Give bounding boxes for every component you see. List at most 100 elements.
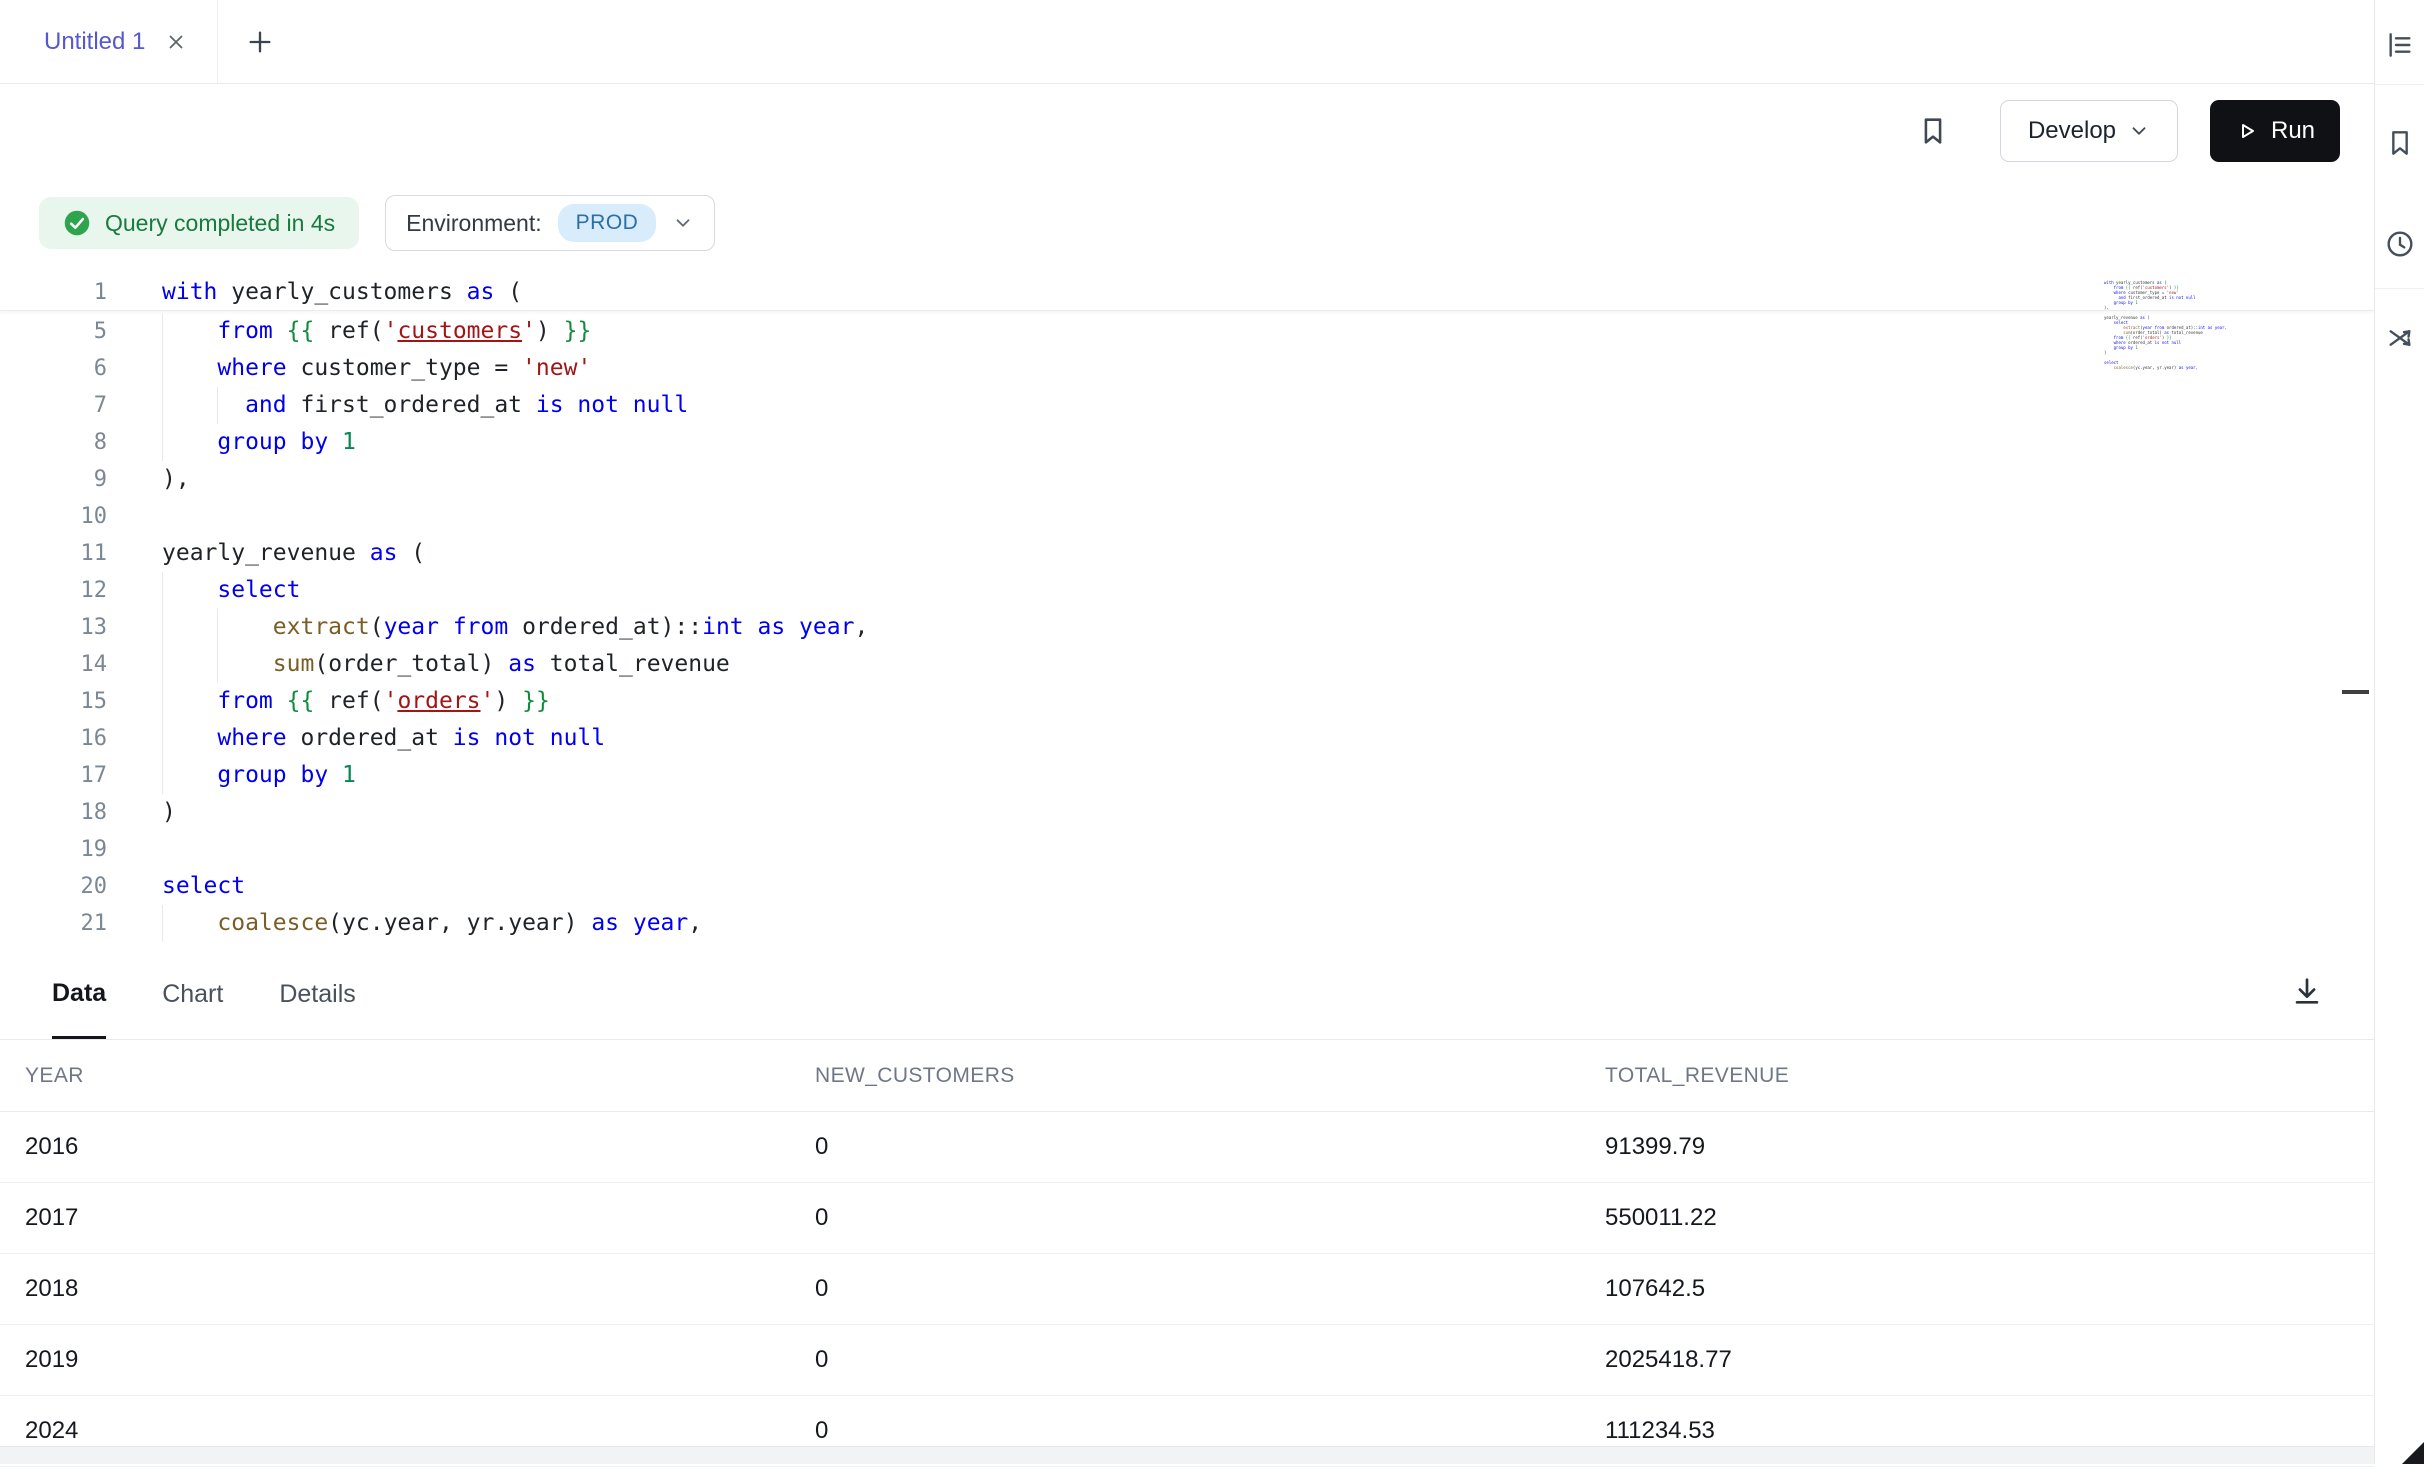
bookmark-icon[interactable] bbox=[1916, 114, 1950, 148]
tab-title: Untitled 1 bbox=[44, 28, 145, 56]
code-line: 13 extract(year from ordered_at)::int as… bbox=[0, 609, 2374, 646]
run-button[interactable]: Run bbox=[2210, 100, 2340, 162]
code-text: group by 1 bbox=[162, 757, 356, 794]
main-area: Untitled 1 Develop Run bbox=[0, 0, 2374, 1464]
code-line: 19 bbox=[0, 831, 2374, 868]
line-number: 6 bbox=[0, 350, 107, 387]
minimap[interactable]: with yearly_customers as ( from {{ ref('… bbox=[2104, 280, 2226, 392]
line-number: 13 bbox=[0, 609, 107, 646]
line-number: 10 bbox=[0, 498, 107, 535]
scrollbar-thumb[interactable] bbox=[2342, 690, 2369, 694]
line-number: 14 bbox=[0, 646, 107, 683]
close-icon[interactable] bbox=[165, 31, 187, 53]
line-number: 15 bbox=[0, 683, 107, 720]
line-number: 9 bbox=[0, 461, 107, 498]
code-lines: 1 with yearly_customers as ( 5 from {{ ref… bbox=[0, 274, 2374, 942]
horizontal-scrollbar[interactable] bbox=[0, 1446, 2374, 1464]
column-header[interactable]: TOTAL_REVENUE bbox=[1605, 1064, 2374, 1088]
environment-badge: PROD bbox=[558, 204, 657, 242]
table-cell: 2025418.77 bbox=[1605, 1346, 2374, 1374]
table-cell: 2018 bbox=[25, 1275, 815, 1303]
sql-editor[interactable]: 1 with yearly_customers as ( 5 from {{ ref… bbox=[0, 268, 2374, 950]
results-tab-data[interactable]: Data bbox=[52, 950, 106, 1039]
code-line: 11 yearly_revenue as ( bbox=[0, 535, 2374, 572]
play-icon bbox=[2235, 119, 2259, 143]
chevron-down-icon bbox=[672, 212, 694, 234]
line-number: 21 bbox=[0, 905, 107, 942]
history-icon[interactable] bbox=[2382, 226, 2418, 262]
code-line: 15 from {{ ref('orders') }} bbox=[0, 683, 2374, 720]
develop-dropdown[interactable]: Develop bbox=[2000, 100, 2178, 162]
code-text: and first_ordered_at is not null bbox=[162, 387, 688, 424]
table-row: 20180107642.5 bbox=[0, 1254, 2374, 1325]
results-tab-bar: Data Chart Details bbox=[0, 950, 2374, 1040]
results-tab-details[interactable]: Details bbox=[279, 950, 355, 1039]
code-line: 17 group by 1 bbox=[0, 757, 2374, 794]
code-text: with yearly_customers as ( bbox=[162, 274, 522, 310]
code-line: 10 bbox=[0, 498, 2374, 535]
table-cell: 91399.79 bbox=[1605, 1133, 2374, 1161]
table-cell: 2017 bbox=[25, 1204, 815, 1232]
line-number: 20 bbox=[0, 868, 107, 905]
right-rail bbox=[2374, 0, 2424, 1464]
toolbar: Develop Run bbox=[0, 84, 2374, 178]
table-cell: 2019 bbox=[25, 1346, 815, 1374]
tab-untitled-1[interactable]: Untitled 1 bbox=[0, 0, 218, 83]
code-text: select bbox=[162, 572, 300, 609]
line-number: 17 bbox=[0, 757, 107, 794]
query-status-text: Query completed in 4s bbox=[105, 210, 335, 237]
column-header[interactable]: NEW_CUSTOMERS bbox=[815, 1064, 1605, 1088]
line-number: 5 bbox=[0, 313, 107, 350]
sticky-code-line: 1 with yearly_customers as ( bbox=[0, 274, 2374, 311]
results-tab-chart[interactable]: Chart bbox=[162, 950, 223, 1039]
code-text: group by 1 bbox=[162, 424, 356, 461]
table-row: 2016091399.79 bbox=[0, 1112, 2374, 1183]
table-cell: 0 bbox=[815, 1417, 1605, 1445]
download-icon[interactable] bbox=[2290, 974, 2324, 1008]
develop-label: Develop bbox=[2028, 117, 2116, 145]
check-circle-icon bbox=[63, 209, 91, 237]
column-header[interactable]: YEAR bbox=[25, 1064, 815, 1088]
code-text: where customer_type = 'new' bbox=[162, 350, 591, 387]
bookmark-icon[interactable] bbox=[2382, 125, 2418, 161]
line-number: 11 bbox=[0, 535, 107, 572]
code-text: from {{ ref('customers') }} bbox=[162, 313, 591, 350]
environment-select[interactable]: Environment: PROD bbox=[385, 195, 715, 251]
table-cell: 0 bbox=[815, 1204, 1605, 1232]
code-text: sum(order_total) as total_revenue bbox=[162, 646, 730, 683]
line-number: 1 bbox=[0, 274, 107, 310]
run-label: Run bbox=[2271, 117, 2315, 145]
table-cell: 2024 bbox=[25, 1417, 815, 1445]
results-panel: Data Chart Details YEARNEW_CUSTOMERSTOTAL_… bbox=[0, 950, 2374, 1464]
results-tabs: Data Chart Details bbox=[52, 950, 356, 1039]
query-status-badge: Query completed in 4s bbox=[39, 197, 359, 249]
code-text: yearly_revenue as ( bbox=[162, 535, 425, 572]
table-cell: 0 bbox=[815, 1346, 1605, 1374]
code-line: 14 sum(order_total) as total_revenue bbox=[0, 646, 2374, 683]
code-line: 12 select bbox=[0, 572, 2374, 609]
plus-icon[interactable] bbox=[246, 28, 274, 56]
table-cell: 2016 bbox=[25, 1133, 815, 1161]
line-number: 12 bbox=[0, 572, 107, 609]
code-line: 21 coalesce(yc.year, yr.year) as year, bbox=[0, 905, 2374, 942]
results-table-header: YEARNEW_CUSTOMERSTOTAL_REVENUE bbox=[0, 1040, 2374, 1112]
line-number: 16 bbox=[0, 720, 107, 757]
line-number: 8 bbox=[0, 424, 107, 461]
table-cell: 550011.22 bbox=[1605, 1204, 2374, 1232]
table-cell: 0 bbox=[815, 1275, 1605, 1303]
compare-icon[interactable] bbox=[2382, 320, 2418, 356]
code-text: ), bbox=[162, 461, 190, 498]
table-row: 20170550011.22 bbox=[0, 1183, 2374, 1254]
table-cell: 111234.53 bbox=[1605, 1417, 2374, 1445]
line-number: 7 bbox=[0, 387, 107, 424]
code-line: 20select bbox=[0, 868, 2374, 905]
table-cell: 107642.5 bbox=[1605, 1275, 2374, 1303]
table-cell: 0 bbox=[815, 1133, 1605, 1161]
resize-handle[interactable] bbox=[2402, 1442, 2424, 1464]
code-text: from {{ ref('orders') }} bbox=[162, 683, 550, 720]
chevron-down-icon bbox=[2128, 120, 2150, 142]
environment-label: Environment: bbox=[406, 210, 542, 237]
code-line: 6 where customer_type = 'new' bbox=[0, 350, 2374, 387]
query-queue-icon[interactable] bbox=[2382, 27, 2418, 63]
code-text: ) bbox=[162, 794, 176, 831]
